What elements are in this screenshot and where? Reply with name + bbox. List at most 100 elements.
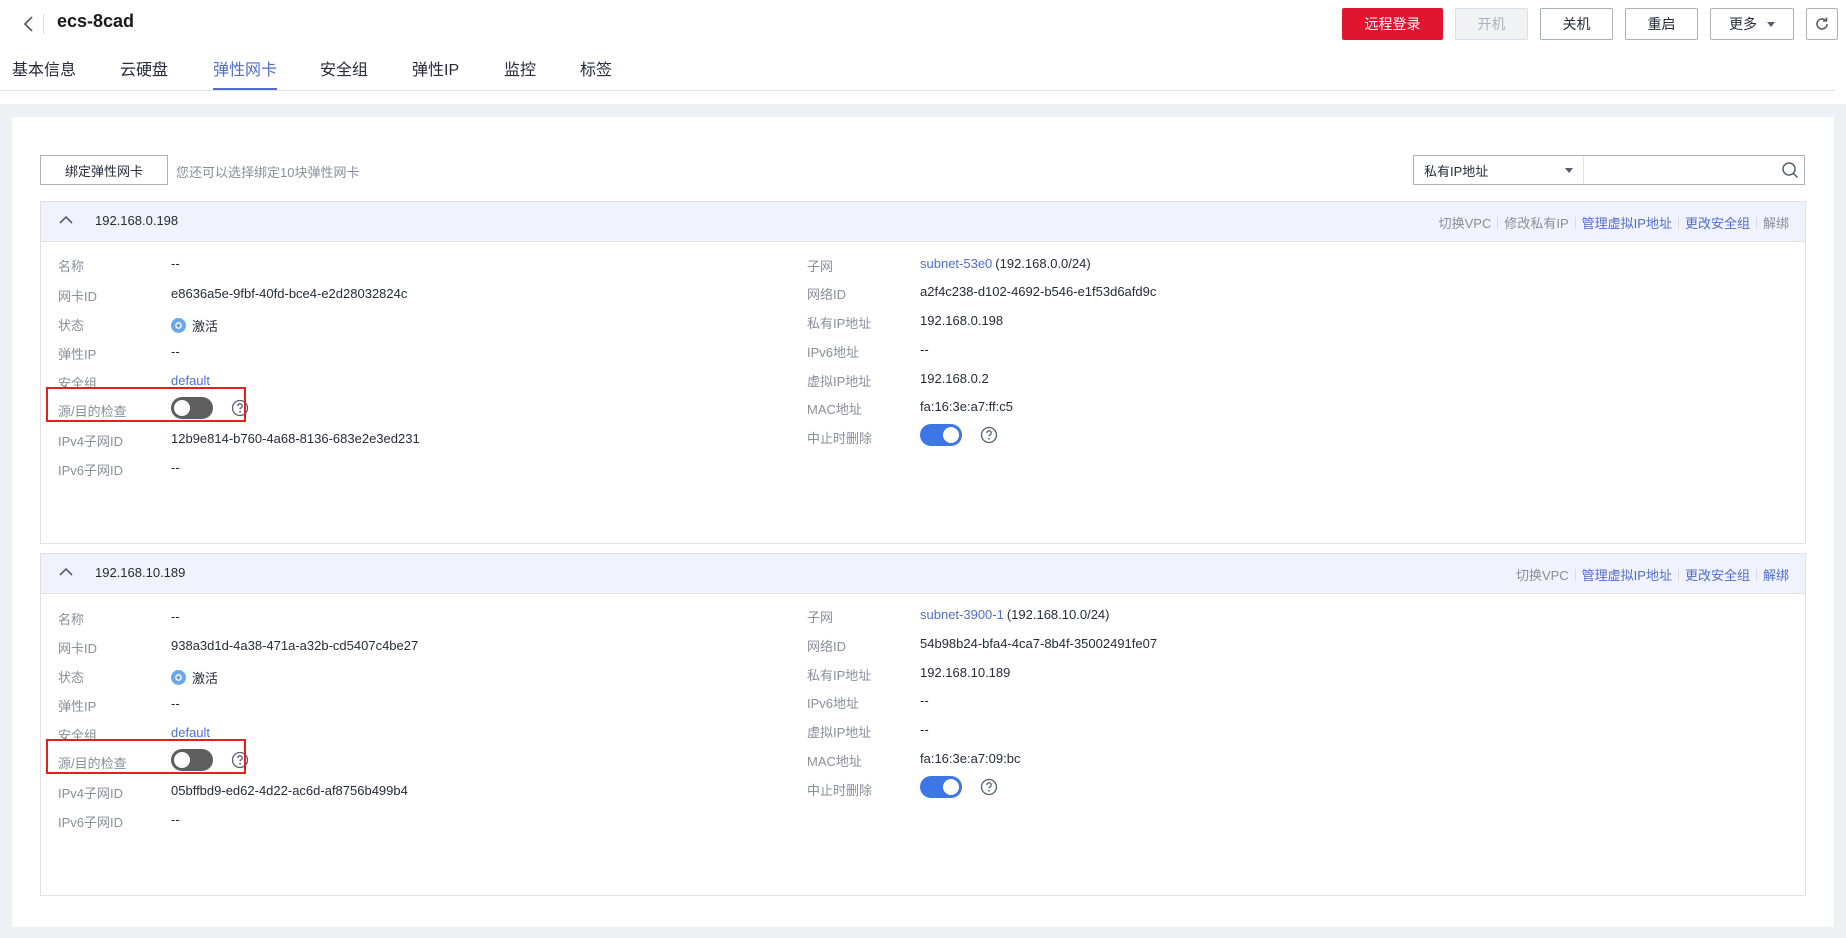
manage-virtual-ip-link[interactable]: 管理虚拟IP地址 [1582,213,1672,232]
remote-login-button[interactable]: 远程登录 [1342,8,1443,40]
refresh-button[interactable] [1806,8,1838,40]
label-delete-on-terminate: 中止时删除 [807,431,873,446]
security-group-link[interactable]: default [171,373,210,388]
caret-down-icon [1565,167,1573,173]
search-group: 私有IP地址 [1413,155,1805,185]
manage-virtual-ip-link[interactable]: 管理虚拟IP地址 [1582,565,1672,584]
help-icon[interactable] [980,426,998,444]
label-virtual-ip: 虚拟IP地址 [807,725,872,740]
title-divider [43,14,44,34]
switch-vpc-link[interactable]: 切换VPC [1439,213,1492,232]
label-ipv4-subnet-id: IPv4子网ID [58,434,124,449]
bind-nic-button[interactable]: 绑定弹性网卡 [40,155,168,185]
label-ipv6-subnet-id: IPv6子网ID [58,463,124,478]
modify-private-ip-link[interactable]: 修改私有IP [1504,213,1568,232]
label-ipv6: IPv6地址 [807,696,860,711]
delete-on-terminate-toggle[interactable] [920,424,962,446]
label-eip: 弹性IP [58,699,97,714]
search-input[interactable] [1584,156,1776,184]
delete-on-terminate-toggle[interactable] [920,776,962,798]
value-eip: -- [171,344,180,359]
label-ipv6: IPv6地址 [807,345,860,360]
value-network-id: a2f4c238-d102-4692-b546-e1f53d6afd9c [920,284,1157,299]
label-subnet: 子网 [807,259,834,274]
delete-on-terminate-control [920,776,998,798]
bind-hint: 您还可以选择绑定10块弹性网卡 [176,165,360,180]
caret-down-icon [1767,21,1775,27]
label-eip: 弹性IP [58,347,97,362]
tab-monitoring[interactable]: 监控 [504,56,536,88]
value-ipv4-subnet-id: 12b9e814-b760-4a68-8136-683e2e3ed231 [171,431,420,446]
nic-operations: 切换VPC 修改私有IP 管理虚拟IP地址 更改安全组 解绑 [1439,213,1789,232]
value-private-ip: 192.168.0.198 [920,313,1004,328]
tab-security-group[interactable]: 安全组 [320,56,368,88]
subnet-cidr: (192.168.10.0/24) [1006,607,1110,622]
tab-eip[interactable]: 弹性IP [412,56,459,88]
value-status: 激活 [171,668,218,687]
label-private-ip: 私有IP地址 [807,668,872,683]
subnet-link[interactable]: subnet-3900-1 [920,607,1004,622]
value-ipv6-subnet-id: -- [171,812,180,827]
label-private-ip: 私有IP地址 [807,316,872,331]
unbind-link[interactable]: 解绑 [1763,213,1789,232]
status-text: 激活 [192,319,219,334]
page-title: ecs-8cad [57,11,135,31]
nic-ip: 192.168.0.198 [95,213,179,228]
help-icon[interactable] [980,778,998,796]
power-off-button[interactable]: 关机 [1540,8,1613,40]
status-text: 激活 [192,671,219,686]
power-on-button[interactable]: 开机 [1455,8,1528,40]
delete-on-terminate-control [920,424,998,446]
label-status: 状态 [58,318,85,333]
nic-panel: 绑定弹性网卡 您还可以选择绑定10块弹性网卡 私有IP地址 192.168.0.… [12,117,1834,927]
unbind-link[interactable]: 解绑 [1763,565,1789,584]
label-mac: MAC地址 [807,402,862,417]
label-status: 状态 [58,670,85,685]
value-name: -- [171,256,180,271]
highlight-box [46,387,246,422]
label-name: 名称 [58,259,85,274]
label-network-id: 网络ID [807,639,847,654]
nic-operations: 切换VPC 管理虚拟IP地址 更改安全组 解绑 [1516,565,1789,584]
subnet-cidr: (192.168.0.0/24) [995,256,1091,271]
value-virtual-ip: -- [920,722,929,737]
value-ipv6-subnet-id: -- [171,460,180,475]
label-delete-on-terminate: 中止时删除 [807,783,873,798]
subnet-link[interactable]: subnet-53e0 [920,256,992,271]
nic-ip: 192.168.10.189 [95,565,186,580]
value-network-id: 54b98b24-bfa4-4ca7-8b4f-35002491fe07 [920,636,1158,651]
label-network-id: 网络ID [807,287,847,302]
search-field-select[interactable]: 私有IP地址 [1414,156,1584,184]
tab-disks[interactable]: 云硬盘 [120,56,168,88]
more-button[interactable]: 更多 [1710,8,1794,40]
label-mac: MAC地址 [807,754,862,769]
status-active-icon [171,670,186,685]
label-nic-id: 网卡ID [58,289,98,304]
change-security-group-link[interactable]: 更改安全组 [1685,565,1750,584]
status-active-icon [171,318,186,333]
security-group-link[interactable]: default [171,725,210,740]
tab-basic-info[interactable]: 基本信息 [12,56,76,88]
value-eip: -- [171,696,180,711]
search-field-label: 私有IP地址 [1424,163,1489,179]
refresh-icon [1816,17,1828,30]
label-subnet: 子网 [807,610,834,625]
chevron-up-icon[interactable] [59,215,73,225]
more-button-label: 更多 [1729,16,1757,32]
restart-button[interactable]: 重启 [1625,8,1698,40]
value-ipv4-subnet-id: 05bffbd9-ed62-4d22-ac6d-af8756b499b4 [171,783,408,798]
value-ipv6: -- [920,342,929,357]
nic-header: 192.168.10.189 切换VPC 管理虚拟IP地址 更改安全组 解绑 [41,554,1805,594]
chevron-up-icon[interactable] [59,567,73,577]
header-actions: 远程登录 开机 关机 重启 更多 [1342,8,1838,40]
switch-vpc-link[interactable]: 切换VPC [1516,565,1569,584]
nic-header: 192.168.0.198 切换VPC 修改私有IP 管理虚拟IP地址 更改安全… [41,202,1805,242]
tab-elastic-nic[interactable]: 弹性网卡 [213,56,278,90]
search-icon[interactable] [1776,156,1804,184]
value-mac: fa:16:3e:a7:ff:c5 [920,399,1013,414]
chevron-left-icon[interactable] [18,13,40,35]
top-bar: ecs-8cad 远程登录 开机 关机 重启 更多 基本信息 云硬盘 弹性网卡 … [0,0,1846,104]
label-ipv6-subnet-id: IPv6子网ID [58,815,124,830]
change-security-group-link[interactable]: 更改安全组 [1685,213,1750,232]
tab-tags[interactable]: 标签 [580,56,612,88]
